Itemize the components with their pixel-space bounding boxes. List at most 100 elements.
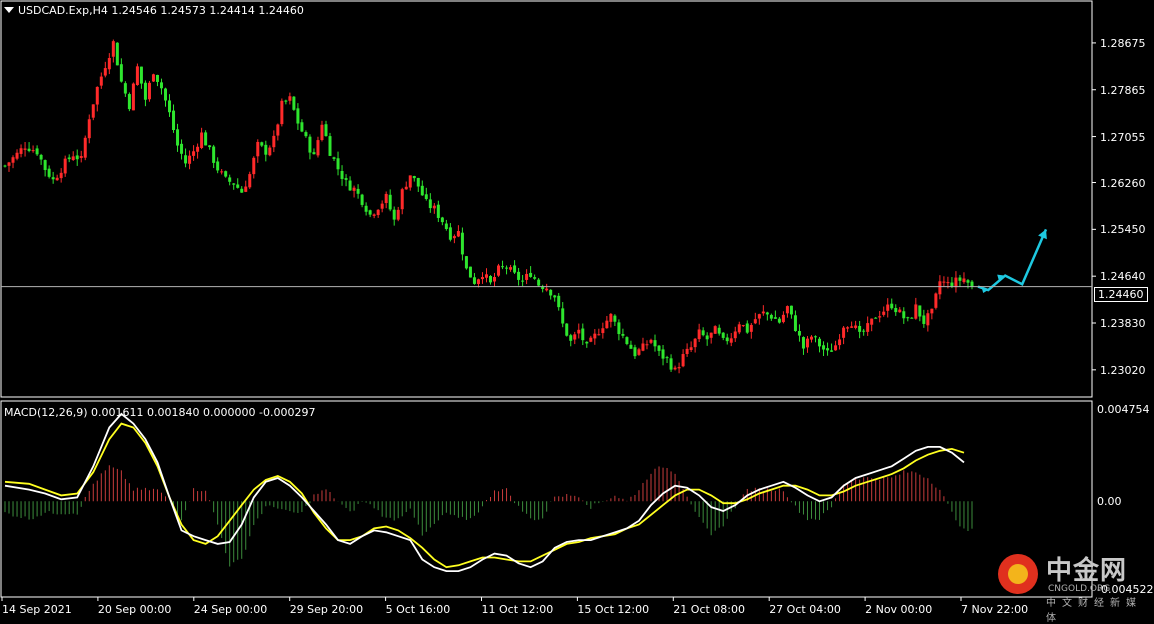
- candle-body: [39, 154, 43, 160]
- candle-body: [420, 185, 424, 196]
- candle-body: [818, 338, 822, 347]
- time-tick-label: 27 Oct 04:00: [769, 603, 841, 616]
- candle-body: [376, 209, 380, 216]
- candle-body: [424, 194, 428, 200]
- candle-body: [854, 325, 858, 328]
- candle-body: [497, 265, 501, 276]
- candle-body: [316, 140, 320, 156]
- candle-body: [23, 148, 27, 150]
- candle-body: [460, 232, 464, 255]
- candle-body: [348, 180, 352, 191]
- candle-body: [970, 281, 974, 287]
- candle-body: [280, 100, 284, 125]
- candle-body: [220, 171, 224, 173]
- macd-pane-histogram: [4, 465, 973, 567]
- candle-body: [749, 324, 753, 332]
- candle-body: [256, 141, 260, 157]
- candle-body: [757, 314, 761, 319]
- candle-body: [332, 157, 336, 159]
- candle-body: [918, 305, 922, 317]
- trading-chart[interactable]: [0, 0, 1154, 620]
- candle-body: [151, 74, 155, 82]
- candle-body: [240, 188, 244, 193]
- candle-body: [400, 189, 404, 210]
- candle-body: [665, 357, 669, 359]
- candle-body: [372, 214, 376, 216]
- candle-body: [212, 146, 216, 163]
- candle-body: [95, 86, 99, 105]
- candle-body: [396, 209, 400, 220]
- candle-body: [673, 367, 677, 370]
- candle-body: [846, 327, 850, 329]
- candle-body: [950, 282, 954, 287]
- candle-body: [328, 136, 332, 156]
- candle-body: [773, 317, 777, 319]
- candle-body: [581, 328, 585, 341]
- candle-body: [601, 328, 605, 334]
- candle-body: [509, 267, 513, 270]
- candle-body: [159, 82, 163, 89]
- candle-body: [709, 332, 713, 338]
- current-price-label: 1.24460: [1094, 287, 1148, 302]
- time-tick-label: 14 Sep 2021: [2, 603, 72, 616]
- candle-body: [701, 330, 705, 336]
- candle-body: [874, 317, 878, 319]
- candle-body: [308, 136, 312, 153]
- candle-body: [870, 318, 874, 325]
- candle-body: [633, 347, 637, 357]
- candle-body: [480, 277, 484, 280]
- candle-body: [163, 88, 167, 101]
- candle-body: [264, 144, 268, 155]
- candle-body: [609, 313, 613, 322]
- candle-body: [685, 348, 689, 354]
- candle-body: [356, 188, 360, 194]
- candle-body: [761, 311, 765, 314]
- candle-body: [336, 158, 340, 170]
- candle-body: [368, 210, 372, 215]
- candle-body: [838, 339, 842, 346]
- candle-body: [501, 266, 505, 268]
- candle-body: [681, 354, 685, 367]
- candle-body: [585, 341, 589, 344]
- candle-body: [593, 333, 597, 339]
- candle-body: [115, 42, 119, 66]
- candle-body: [765, 312, 769, 315]
- candle-body: [272, 135, 276, 148]
- candle-body: [55, 177, 59, 181]
- candle-body: [545, 288, 549, 291]
- candle-body: [661, 349, 665, 359]
- candle-body: [472, 277, 476, 284]
- candle-body: [192, 151, 196, 156]
- candle-body: [440, 217, 444, 223]
- candle-body: [930, 308, 934, 314]
- candle-body: [3, 165, 7, 167]
- candle-body: [625, 337, 629, 344]
- candle-body: [324, 124, 328, 137]
- candle-body: [260, 142, 264, 146]
- candle-body: [613, 315, 617, 322]
- candle-body: [236, 184, 240, 188]
- candle-body: [505, 267, 509, 269]
- candle-body: [119, 64, 123, 82]
- candle-body: [232, 183, 236, 185]
- time-tick-label: 15 Oct 12:00: [577, 603, 650, 616]
- candle-body: [753, 319, 757, 324]
- candle-body: [489, 276, 492, 283]
- price-tick-label: 1.25450: [1100, 223, 1146, 237]
- candle-body: [139, 66, 143, 84]
- chart-menu-triangle-icon[interactable]: [4, 7, 14, 13]
- candle-body: [180, 143, 184, 154]
- price-tick-label: 1.28675: [1100, 36, 1146, 50]
- macd-main-line: [4, 412, 965, 572]
- candle-body: [59, 172, 63, 179]
- candle-body: [364, 205, 368, 212]
- candle-body: [436, 204, 440, 218]
- price-tick-label: 1.23020: [1100, 363, 1146, 377]
- candle-body: [224, 171, 228, 177]
- candle-body: [862, 330, 866, 332]
- candle-body: [521, 280, 525, 282]
- candle-body: [814, 336, 818, 338]
- price-tick-label: 1.27055: [1100, 130, 1146, 144]
- candle-body: [284, 100, 288, 102]
- candle-body: [111, 41, 115, 57]
